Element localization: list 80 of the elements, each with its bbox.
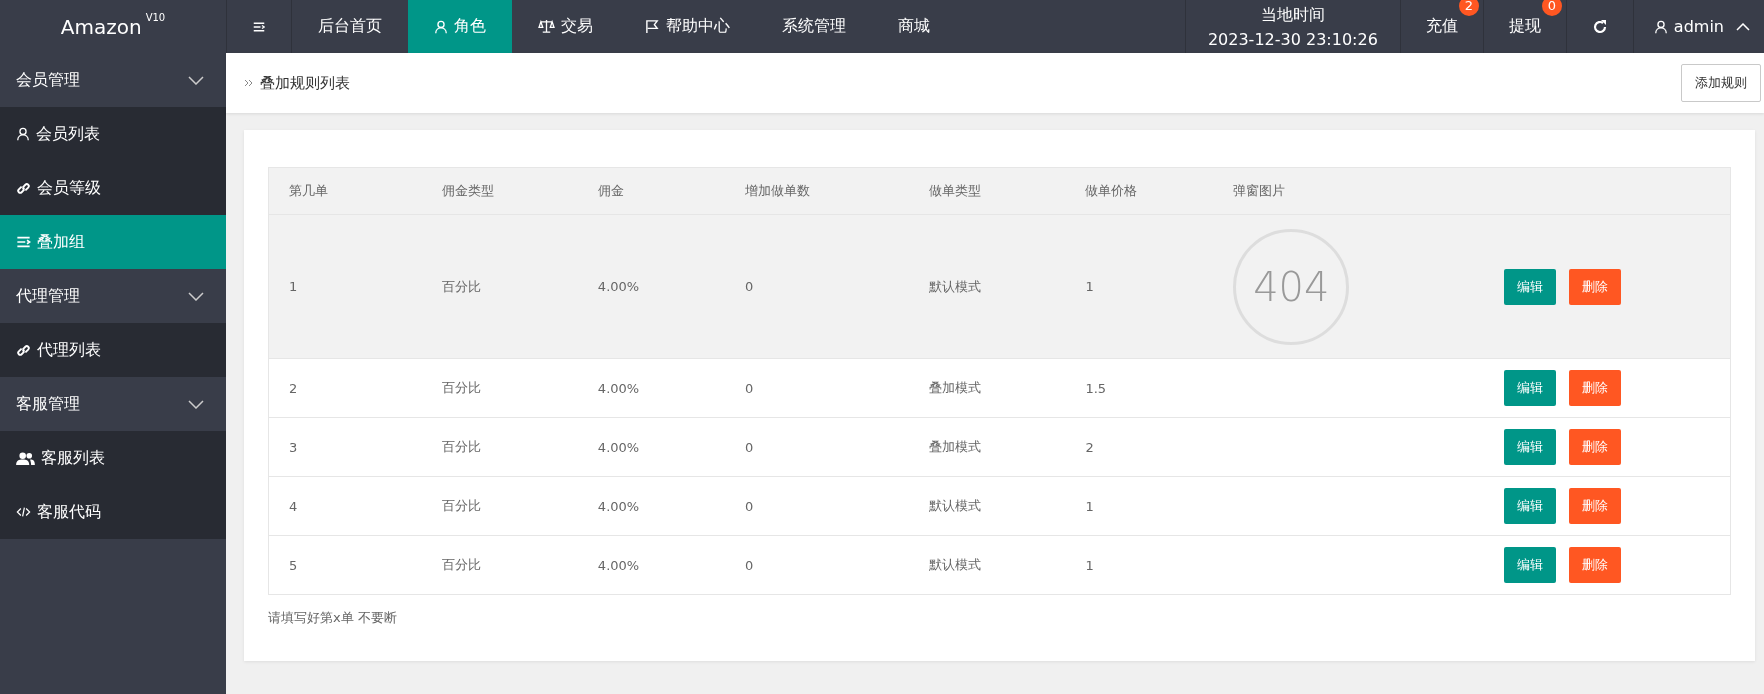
time-label: 当地时间 (1260, 3, 1325, 26)
table-cell: 1 (1065, 535, 1214, 595)
table-cell: 3 (268, 417, 422, 477)
nav-tab[interactable]: 帮助中心 (619, 0, 756, 53)
sidebar-item[interactable]: 会员等级 (0, 161, 226, 215)
edit-button[interactable]: 编辑 (1504, 547, 1557, 583)
edit-button[interactable]: 编辑 (1504, 429, 1557, 465)
edit-button[interactable]: 编辑 (1504, 268, 1557, 305)
scale-icon (538, 19, 555, 34)
table-cell: 1 (268, 214, 422, 359)
chevron-icon (188, 75, 204, 85)
nav-tab[interactable]: 交易 (512, 0, 619, 53)
double-chevron-icon (244, 78, 254, 88)
table-cell: 百分比 (421, 476, 578, 536)
column-header: 增加做单数 (724, 167, 910, 215)
table-cell: 百分比 (421, 535, 578, 595)
table-cell: 4.00% (577, 358, 725, 418)
table-cell: 百分比 (421, 358, 578, 418)
table-cell: 0 (724, 214, 910, 359)
sidebar-item[interactable]: 代理列表 (0, 323, 226, 377)
user-icon (434, 19, 448, 34)
table-cell: 百分比 (421, 214, 578, 359)
time-value: 2023-12-30 23:10:26 (1207, 28, 1378, 51)
table-cell: 0 (724, 417, 910, 477)
table-cell: 默认模式 (909, 535, 1066, 595)
column-header: 佣金 (577, 167, 725, 215)
caret-icon (1736, 22, 1750, 31)
table-cell: 0 (724, 476, 910, 536)
table-cell: 0 (724, 358, 910, 418)
page-title: 叠加规则列表 (260, 73, 350, 93)
sidebar-item[interactable]: 客服代码 (0, 485, 226, 539)
table-cell: 4.00% (577, 476, 725, 536)
sidebar-item[interactable]: 会员列表 (0, 107, 226, 161)
column-header: 弹窗图片 (1213, 167, 1485, 215)
edit-button[interactable]: 编辑 (1504, 370, 1557, 406)
code-icon (16, 505, 31, 519)
link-icon (16, 342, 31, 358)
table-cell: 默认模式 (909, 476, 1066, 536)
table-cell: 4.00% (577, 417, 725, 477)
version-label: V10 (145, 12, 166, 23)
refresh-icon (1591, 18, 1608, 35)
indent-icon (16, 235, 31, 249)
table-cell: 1 (1065, 476, 1214, 536)
table-cell: 百分比 (421, 417, 578, 477)
table-cell: 4.00% (577, 535, 725, 595)
nav-tab[interactable]: 商城 (872, 0, 956, 53)
user-icon (1653, 19, 1668, 34)
table-cell: 1.5 (1065, 358, 1214, 418)
logo: Amazon (60, 14, 142, 39)
user-icon (16, 127, 30, 141)
link-icon (16, 180, 31, 196)
nav-tab[interactable]: 系统管理 (756, 0, 872, 53)
table-cell: 5 (268, 535, 422, 595)
table-cell: 4.00% (577, 214, 725, 359)
hint-text: 请填写好第x单 不要断 (268, 609, 398, 627)
chevron-icon (188, 291, 204, 301)
column-header: 做单类型 (909, 167, 1066, 215)
flag-icon (645, 19, 660, 34)
nav-tab[interactable]: 角色 (408, 0, 512, 53)
table-cell: 默认模式 (909, 214, 1066, 359)
table-cell: 2 (1065, 417, 1214, 477)
column-header: 第几单 (268, 167, 422, 215)
chevron-icon (188, 399, 204, 409)
users-icon (16, 450, 35, 466)
nav-tab[interactable]: 后台首页 (292, 0, 408, 53)
table-cell: 4 (268, 476, 422, 536)
edit-button[interactable]: 编辑 (1504, 488, 1557, 524)
sidebar-item[interactable]: 叠加组 (0, 215, 226, 269)
table-cell: 2 (268, 358, 422, 418)
table-cell: 叠加模式 (909, 358, 1066, 418)
table-cell: 叠加模式 (909, 417, 1066, 477)
table-cell: 1 (1065, 214, 1214, 359)
count-badge: 2 (1458, 0, 1479, 16)
add-rule-button[interactable]: 添加规则 (1681, 64, 1761, 102)
column-header: 佣金类型 (421, 167, 578, 215)
sidebar-item[interactable]: 客服列表 (0, 431, 226, 485)
column-header: 做单价格 (1065, 167, 1214, 215)
error-code-text: 404 (1253, 263, 1330, 310)
count-badge: 0 (1541, 0, 1562, 16)
table-cell: 0 (724, 535, 910, 595)
